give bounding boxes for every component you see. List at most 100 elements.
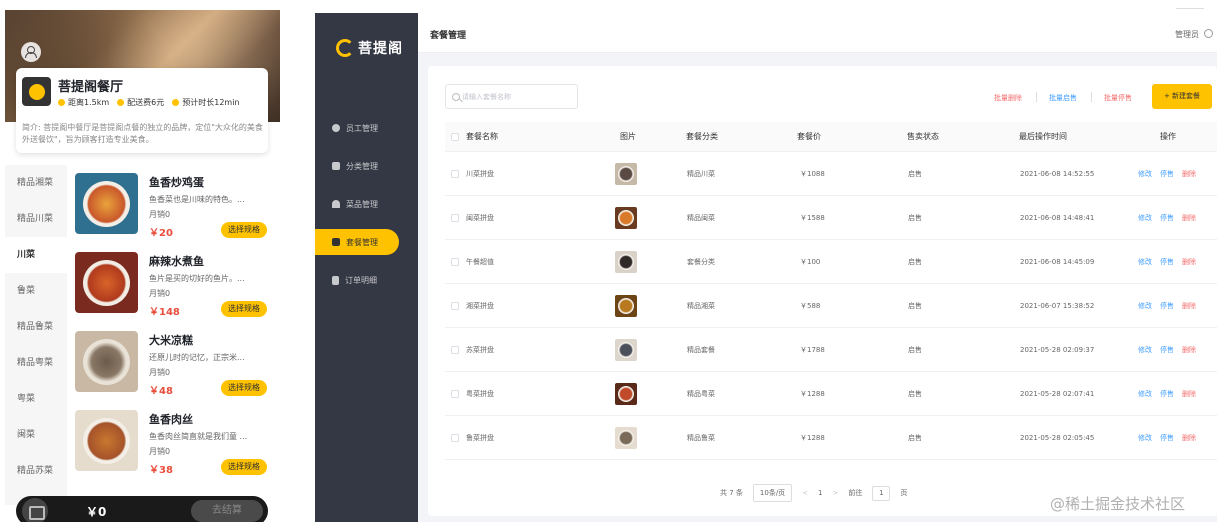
row-actions: 修改 停售 删除 [1138,240,1204,283]
delete-link[interactable]: 删除 [1182,213,1196,223]
row-actions: 修改 停售 删除 [1138,372,1204,415]
sidebar-menu: 员工管理 分类管理 菜品管理 套餐管理 订单明细 [315,109,418,299]
edit-link[interactable]: 修改 [1138,301,1152,311]
dish-name: 鱼香炒鸡蛋 [149,176,204,189]
batch-disable-button[interactable]: 批量停售 [1104,93,1132,103]
image-cell [615,240,637,283]
edit-link[interactable]: 修改 [1138,213,1152,223]
category-item[interactable]: 精品鲁菜 [5,309,67,345]
sidebar-item-dishes[interactable]: 菜品管理 [315,185,418,223]
package-status: 启售 [908,169,922,178]
next-page-button[interactable]: > [833,489,839,497]
delete-link[interactable]: 删除 [1182,433,1196,443]
category-item[interactable]: 闽菜 [5,417,67,453]
dish-photo[interactable] [75,410,138,471]
delete-link[interactable]: 删除 [1182,301,1196,311]
select-spec-button[interactable]: 选择规格 [221,301,267,317]
checkout-button[interactable]: 去结算 [191,500,263,522]
package-updated-time: 2021-05-28 02:05:45 [1020,433,1095,442]
cart-icon[interactable] [22,498,48,522]
row-checkbox[interactable] [451,213,459,222]
column-header: 套餐名称 [466,132,498,141]
sidebar-item-packages[interactable]: 套餐管理 [315,223,418,261]
admin-sidebar: 菩提阁 员工管理 分类管理 菜品管理 套餐管理 订单明细 [315,13,418,522]
row-checkbox[interactable] [451,257,459,266]
package-price: ￥1088 [800,169,825,178]
toggle-status-link[interactable]: 停售 [1160,257,1174,267]
cart-total: ￥0 [86,505,107,519]
sidebar-item-categories[interactable]: 分类管理 [315,147,418,185]
prev-page-button[interactable]: < [802,489,808,497]
category-item[interactable]: 精品川菜 [5,201,67,237]
dish-card: 鱼香肉丝 鱼香肉丝简直就是我们童 ... 月销0 ￥38 选择规格 [75,410,275,489]
edit-link[interactable]: 修改 [1138,433,1152,443]
toggle-status-link[interactable]: 停售 [1160,345,1174,355]
category-item[interactable]: 粤菜 [5,381,67,417]
image-cell [615,328,637,371]
delete-link[interactable]: 删除 [1182,345,1196,355]
column-header: 套餐分类 [686,132,718,141]
dish-photo[interactable] [75,252,138,313]
package-table: 套餐名称 图片 套餐分类 套餐价 售卖状态 最后操作时间 操作 川菜拼盘 精品川菜… [445,122,1217,460]
row-checkbox[interactable] [451,433,459,442]
dish-sales: 月销0 [149,368,171,377]
divider [1036,92,1037,102]
dish-photo[interactable] [75,173,138,234]
user-avatar-icon[interactable] [21,42,41,62]
search-input[interactable] [462,88,572,106]
dish-photo[interactable] [75,331,138,392]
user-menu[interactable]: 管理员 [1175,29,1199,40]
batch-delete-button[interactable]: 批量删除 [994,93,1022,103]
category-item[interactable]: 精品苏菜 [5,453,67,489]
category-item[interactable]: 鲁菜 [5,273,67,309]
toggle-status-link[interactable]: 停售 [1160,301,1174,311]
package-category: 精品川菜 [687,169,715,178]
dish-sales: 月销0 [149,289,171,298]
row-checkbox[interactable] [451,389,459,398]
edit-link[interactable]: 修改 [1138,169,1152,179]
package-category: 精品闽菜 [687,213,715,222]
toggle-status-link[interactable]: 停售 [1160,213,1174,223]
toggle-status-link[interactable]: 停售 [1160,433,1174,443]
distance-icon [58,99,65,106]
page-number[interactable]: 1 [818,489,822,497]
toggle-status-link[interactable]: 停售 [1160,169,1174,179]
delete-link[interactable]: 删除 [1182,257,1196,267]
toggle-status-link[interactable]: 停售 [1160,389,1174,399]
image-cell [615,372,637,415]
logout-icon[interactable] [1204,29,1213,38]
edit-link[interactable]: 修改 [1138,257,1152,267]
store-description: 简介: 菩提阁中餐厅是菩提阁点餐的独立的品牌，定位"大众化的美食外送餐饮"，旨为… [22,123,263,144]
page-size-select[interactable]: 10条/页 [752,484,793,502]
package-thumbnail [615,250,637,273]
dish-description: 还原儿时的记忆，正宗米... [149,353,245,362]
select-spec-button[interactable]: 选择规格 [221,380,267,396]
category-item[interactable]: 精品粤菜 [5,345,67,381]
delete-link[interactable]: 删除 [1182,169,1196,179]
select-spec-button[interactable]: 选择规格 [221,222,267,238]
category-item-active[interactable]: 川菜 [5,237,67,273]
sidebar-item-employees[interactable]: 员工管理 [315,109,418,147]
package-price: ￥100 [800,257,821,266]
row-checkbox[interactable] [451,301,459,310]
package-price: ￥1288 [800,433,825,442]
delete-link[interactable]: 删除 [1182,389,1196,399]
package-name: 午餐超值 [466,257,494,266]
edit-link[interactable]: 修改 [1138,345,1152,355]
edit-link[interactable]: 修改 [1138,389,1152,399]
table-header: 套餐名称 图片 套餐分类 套餐价 售卖状态 最后操作时间 操作 [445,122,1217,152]
batch-enable-button[interactable]: 批量启售 [1049,93,1077,103]
package-thumbnail [615,162,637,185]
package-status: 启售 [908,389,922,398]
select-all-checkbox[interactable] [451,132,459,141]
goto-page-input[interactable]: 1 [872,485,891,501]
sidebar-item-label: 订单明细 [345,275,377,285]
category-item[interactable]: 精品湘菜 [5,165,67,201]
row-checkbox[interactable] [451,345,459,354]
sidebar-item-orders[interactable]: 订单明细 [315,261,418,299]
new-package-button[interactable]: + 新建套餐 [1152,84,1212,109]
row-checkbox[interactable] [451,169,459,178]
top-divider [1176,8,1204,9]
select-spec-button[interactable]: 选择规格 [221,459,267,475]
dish-sales: 月销0 [149,210,171,219]
